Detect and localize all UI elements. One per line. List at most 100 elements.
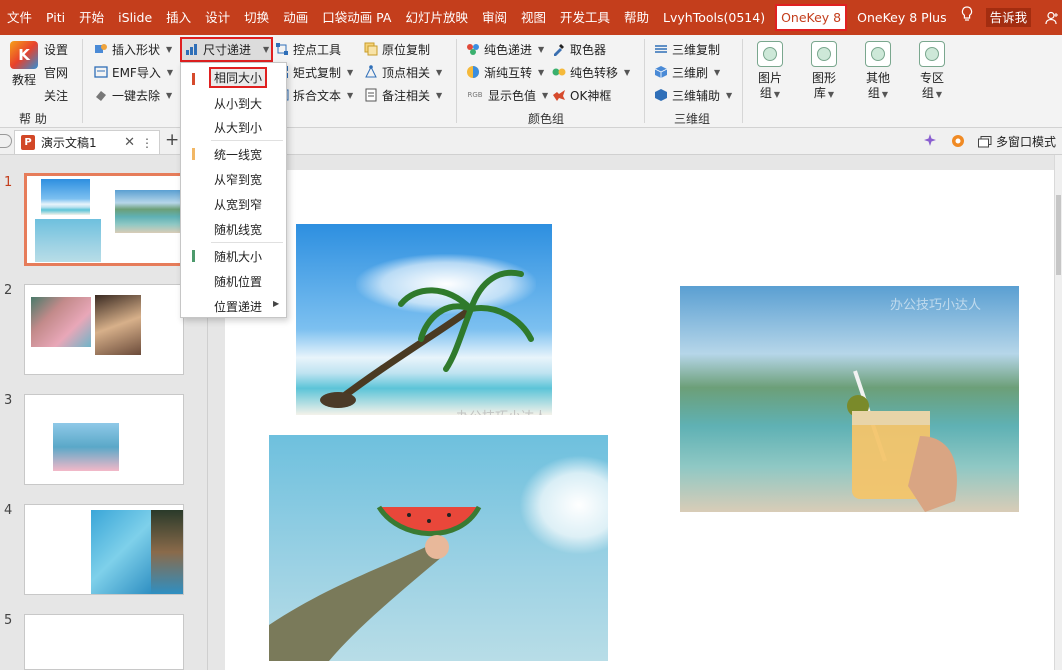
chevron-down-icon: ▼ [436,67,443,77]
tell-me-box[interactable]: 告诉我 [979,0,1038,35]
menu-item-random-line-width[interactable]: 随机线宽 [214,221,262,238]
thumb-image [95,295,141,355]
emf-import-button[interactable]: EMF导入 ▼ [94,61,173,83]
ribbon-divider [644,39,645,123]
slide-number: 4 [4,503,13,518]
tab-file[interactable]: 文件 [0,0,39,35]
new-tab-icon[interactable]: + [165,130,179,150]
gradient-swap-label: 渐纯互转 [484,65,533,80]
ok-frame-button[interactable]: OK神框 [552,84,611,106]
tab-piti[interactable]: Piti [39,0,72,35]
tab-review[interactable]: 审阅 [475,0,514,35]
slide-thumbnail-3[interactable] [24,394,184,485]
document-tab[interactable]: P 演示文稿1 ✕ ⋮ [14,130,160,154]
tab-lvyhtools[interactable]: LvyhTools(0514) [656,0,772,35]
settings-button[interactable]: 设置 [44,38,68,60]
one-key-remove-button[interactable]: 一键去除 ▼ [94,84,172,106]
tab-transitions[interactable]: 切换 [237,0,276,35]
website-button[interactable]: 官网 [44,61,68,83]
other-group-button[interactable]: 其他 组 ▼ [856,41,900,102]
vertical-scrollbar[interactable] [1054,155,1062,670]
insert-shape-icon [94,42,108,56]
slide-thumbnail-4[interactable] [24,504,184,595]
chevron-down-icon: ▼ [263,44,270,54]
menu-item-wide-to-narrow[interactable]: 从宽到窄 [214,196,262,213]
tab-help[interactable]: 帮助 [617,0,656,35]
slide-thumbnail-1[interactable] [24,173,184,266]
tab-onekey8-plus[interactable]: OneKey 8 Plus [850,0,953,35]
palm-beach-photo[interactable]: 办公技巧小达人 [296,224,552,415]
tab-pocket-animation[interactable]: 口袋动画 PA [315,0,398,35]
special-zone-button[interactable]: 专区 组 ▼ [910,41,954,102]
3d-brush-button[interactable]: 三维刷 ▼ [654,61,720,83]
menu-item-large-to-small[interactable]: 从大到小 [214,119,262,136]
menu-item-same-size[interactable]: 相同大小 [209,67,268,88]
pure-color-transfer-button[interactable]: 纯色转移 ▼ [552,61,630,83]
more-options-icon[interactable]: ⋮ [141,136,153,150]
gradient-swap-button[interactable]: 渐纯互转 ▼ [466,61,544,83]
multi-window-button[interactable]: 多窗口模式 [978,133,1056,150]
gear-icon[interactable] [950,133,966,152]
3d-copy-button[interactable]: 三维复制 [654,38,720,60]
slide-number: 5 [4,613,13,628]
tab-onekey8[interactable]: OneKey 8 [775,4,848,31]
tab-developer[interactable]: 开发工具 [553,0,617,35]
color-picker-button[interactable]: 取色器 [552,38,606,60]
menu-item-small-to-large[interactable]: 从小到大 [214,95,262,112]
juice-jar-photo[interactable]: 办公技巧小达人 [680,286,1019,512]
vertex-related-label: 顶点相关 [382,65,431,80]
slide-thumbnail-2[interactable] [24,284,184,375]
insert-shape-button[interactable]: 插入形状 ▼ [94,38,172,60]
thumb-image [115,190,181,233]
cube-icon [654,88,668,102]
slide-canvas[interactable]: 办公技巧小达人 办公技巧小达人 [225,170,1055,670]
watermelon-photo[interactable] [269,435,608,661]
anchor-tool-button[interactable]: 控点工具 [275,38,341,60]
pure-color-progression-button[interactable]: 纯色递进 ▼ [466,38,544,60]
ok-frame-icon [552,88,566,102]
emf-import-label: EMF导入 [112,65,161,80]
vertex-related-button[interactable]: 顶点相关 ▼ [364,61,442,83]
color-bar-icon [192,73,195,85]
menu-item-position-progression[interactable]: 位置递进 [214,298,262,315]
slide-thumbnail-5[interactable] [24,614,184,670]
color-picker-label: 取色器 [570,42,607,57]
tab-view[interactable]: 视图 [514,0,553,35]
menu-item-narrow-to-wide[interactable]: 从窄到宽 [214,171,262,188]
tab-islide[interactable]: iSlide [111,0,159,35]
scrollbar-thumb[interactable] [1056,195,1061,275]
menu-item-uniform-line-width[interactable]: 统一线宽 [214,146,262,163]
menu-item-random-size[interactable]: 随机大小 [214,248,262,265]
tab-animations[interactable]: 动画 [276,0,315,35]
tab-home[interactable]: 开始 [72,0,111,35]
thumb-image [151,510,183,594]
chevron-down-icon: ▼ [436,90,443,100]
other-group-icon [865,41,891,67]
picture-group-button[interactable]: 图片 组 ▼ [748,41,792,102]
magic-wand-icon[interactable] [922,133,938,152]
lightbulb-icon[interactable] [954,0,980,35]
tab-slideshow[interactable]: 幻灯片放映 [398,0,475,35]
menu-item-random-position[interactable]: 随机位置 [214,273,262,290]
tab-design[interactable]: 设计 [198,0,237,35]
chevron-down-icon: ▼ [347,90,354,100]
follow-button[interactable]: 关注 [44,84,68,106]
shape-library-button[interactable]: 图形 库 ▼ [802,41,846,102]
gradient-swap-icon [466,65,480,79]
3d-assist-button[interactable]: 三维辅助 ▼ [654,84,732,106]
eyedropper-icon [552,42,566,56]
in-place-copy-button[interactable]: 原位复制 [364,38,430,60]
close-icon[interactable]: ✕ [124,135,135,150]
tab-insert[interactable]: 插入 [159,0,198,35]
menu-bar: 文件 Piti 开始 iSlide 插入 设计 切换 动画 口袋动画 PA 幻灯… [0,0,1062,35]
size-progression-button[interactable]: 尺寸递进 ▼ [185,38,269,60]
size-progression-label: 尺寸递进 [203,42,252,57]
special-zone-label-2: 组 [921,86,934,100]
tab-scroll-icon[interactable] [0,134,12,148]
notes-related-button[interactable]: 备注相关 ▼ [364,84,442,106]
tutorial-button[interactable]: K 教程 [2,41,46,88]
pure-color-transfer-label: 纯色转移 [570,65,619,80]
other-group-label-2: 组 [867,86,880,100]
share-button[interactable]: 共享 [1037,0,1062,35]
show-color-value-button[interactable]: RGB 显示色值 ▼ [466,84,548,106]
